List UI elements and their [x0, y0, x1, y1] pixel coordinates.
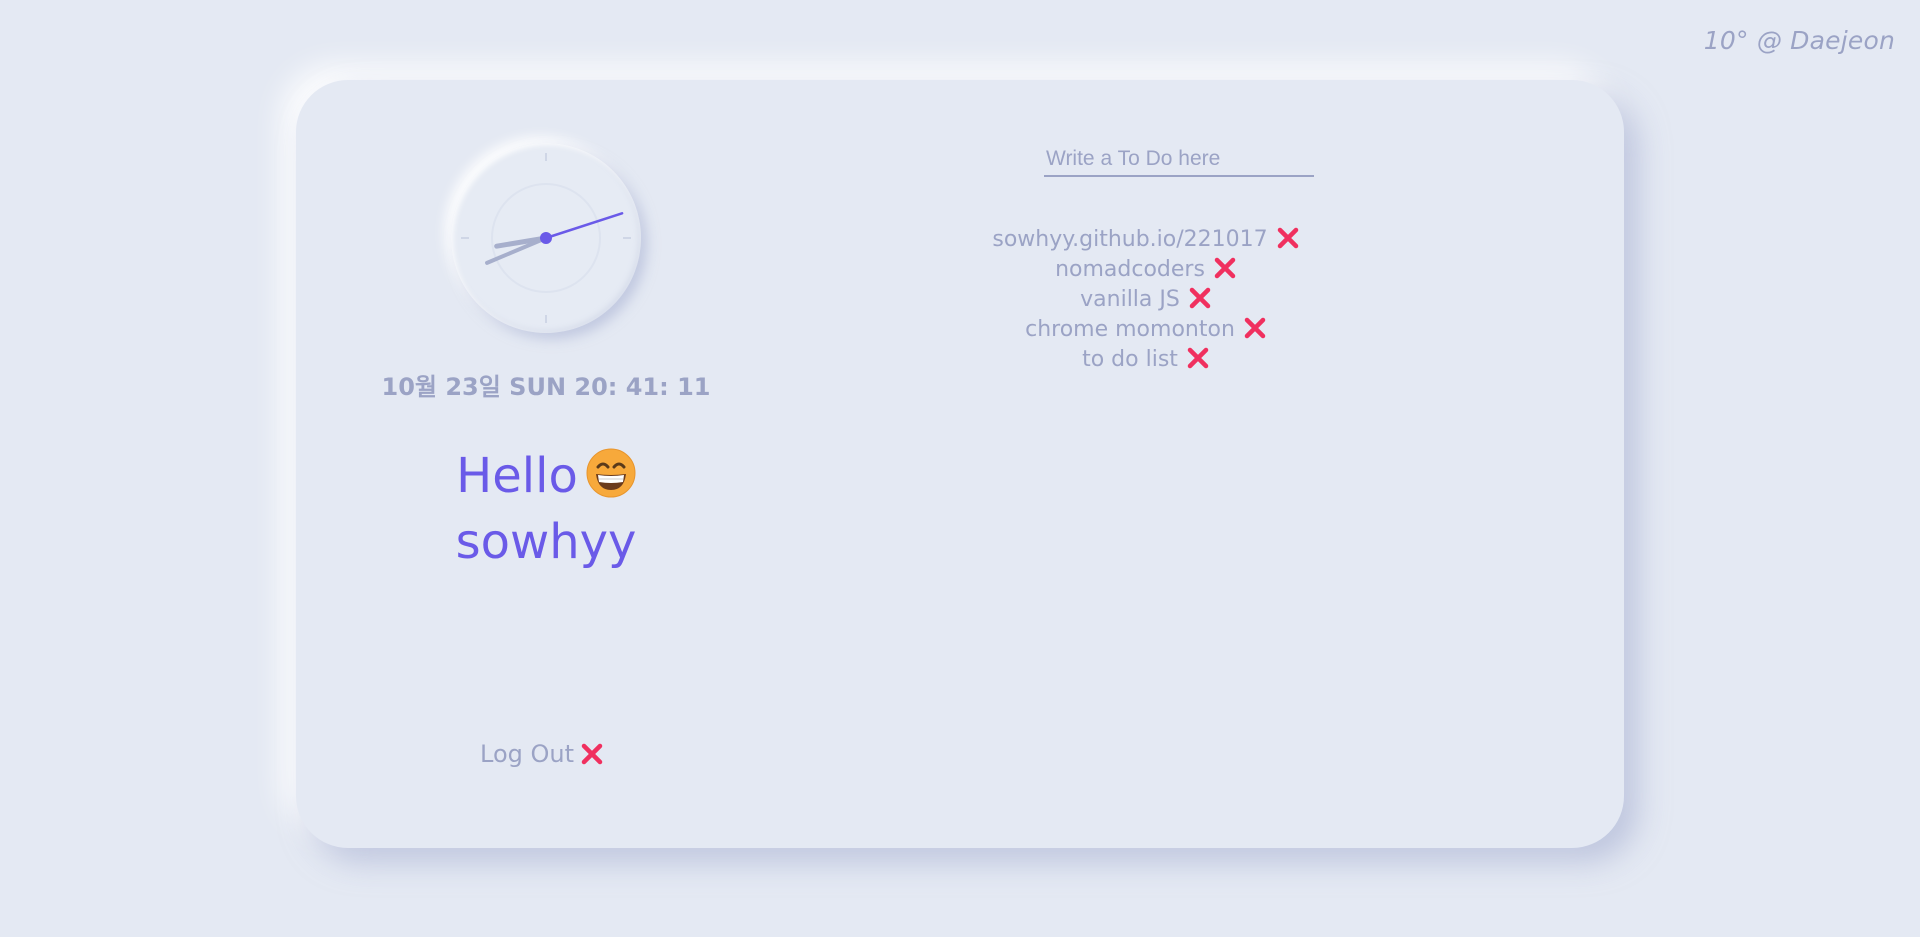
todo-form — [1044, 143, 1314, 177]
greeting-hello-text: Hello — [456, 448, 578, 504]
delete-icon[interactable] — [1186, 346, 1210, 370]
main-card: 10월 23일 SUN 20: 41: 11 Hello sowhyy Log … — [296, 80, 1624, 848]
logout-button[interactable]: Log Out — [480, 740, 604, 768]
logout-label: Log Out — [480, 740, 575, 768]
clock-center-dot — [540, 232, 552, 244]
weather-label: 10° @ Daejeon — [1703, 26, 1895, 55]
todo-item-text: chrome momonton — [1025, 317, 1235, 342]
page: 10° @ Daejeon 10월 23일 SUN 20: 41: 11 Hel… — [0, 0, 1920, 937]
todo-item-text: vanilla JS — [1080, 287, 1180, 312]
todo-item: to do list — [796, 345, 1496, 375]
date-time-label: 10월 23일 SUN 20: 41: 11 — [381, 373, 711, 401]
grinning-face-icon — [586, 448, 636, 498]
greeting-hello-line: Hello — [296, 443, 796, 509]
greeting: Hello sowhyy — [296, 443, 796, 575]
todo-item-text: nomadcoders — [1055, 257, 1205, 282]
todo-list: sowhyy.github.io/221017 nomadcoders vani… — [796, 225, 1496, 375]
todo-input[interactable] — [1044, 143, 1314, 177]
close-icon[interactable] — [580, 742, 604, 766]
todo-item: nomadcoders — [796, 255, 1496, 285]
clock-second-hand — [544, 212, 624, 240]
todo-item: chrome momonton — [796, 315, 1496, 345]
analog-clock — [451, 143, 641, 333]
clock-face — [461, 153, 631, 323]
delete-icon[interactable] — [1243, 316, 1267, 340]
delete-icon[interactable] — [1213, 256, 1237, 280]
todo-item-text: sowhyy.github.io/221017 — [992, 227, 1268, 252]
delete-icon[interactable] — [1188, 286, 1212, 310]
todo-item: vanilla JS — [796, 285, 1496, 315]
greeting-user-name: sowhyy — [455, 514, 637, 570]
todo-item-text: to do list — [1082, 347, 1178, 372]
todo-item: sowhyy.github.io/221017 — [796, 225, 1496, 255]
delete-icon[interactable] — [1276, 226, 1300, 250]
